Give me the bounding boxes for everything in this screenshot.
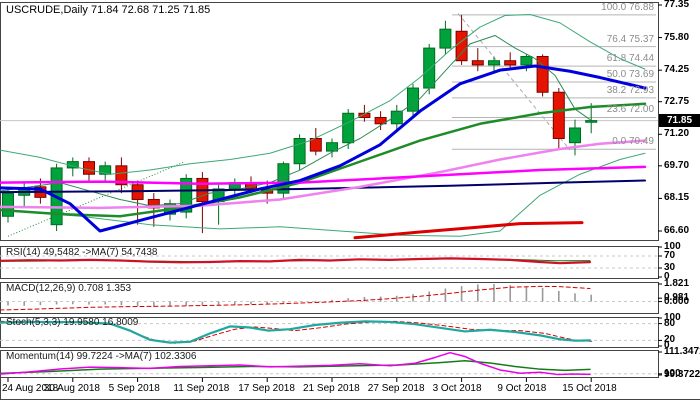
price-tick-75.80: 75.80 — [664, 32, 689, 43]
price-tick-72.75: 72.75 — [664, 96, 689, 107]
momentum-axis-111.3471: 111.3471 — [664, 346, 700, 357]
rsi-line — [0, 258, 590, 263]
momentum-axis-99.3722: 99.3722 — [664, 369, 700, 380]
fib-label-50.0: 50.0 73.69 — [607, 69, 654, 80]
price-tick-68.15: 68.15 — [664, 192, 689, 203]
price-tick-66.60: 66.60 — [664, 225, 689, 236]
macd-axis-0.000: 0.000 — [664, 296, 689, 307]
date-label-7: 27 Sep 2018 — [368, 383, 425, 394]
date-label-6: 21 Sep 2018 — [303, 383, 360, 394]
fib-label-0.0: 0.0 70.49 — [612, 136, 654, 147]
fib-label-76.4: 76.4 75.37 — [607, 34, 654, 45]
price-tick-69.70: 69.70 — [664, 160, 689, 171]
price-tick-77.35: 77.35 — [664, 0, 689, 10]
fib-label-61.8: 61.8 74.44 — [607, 53, 654, 64]
rsi-label: RSI(14) 49,5482 ->MA(7) 54,7438 — [6, 247, 157, 258]
fib-label-38.2: 38.2 72.93 — [607, 85, 654, 96]
date-label-3: 5 Sep 2018 — [109, 383, 160, 394]
trading-chart-window: USCRUDE,Daily 71.84 72.68 71.25 71.85 RS… — [0, 0, 700, 400]
macd-axis-1.821: 1.821 — [664, 278, 689, 289]
date-label-10: 15 Oct 2018 — [562, 383, 616, 394]
date-label-4: 11 Sep 2018 — [173, 383, 229, 394]
date-label-9: 9 Oct 2018 — [497, 383, 546, 394]
macd-label: MACD(12,26,9) 0.708 1.353 — [6, 283, 131, 294]
date-label-8: 3 Oct 2018 — [433, 383, 482, 394]
candles-series — [3, 15, 597, 233]
momentum-label: Momentum(14) 99.7224 ->MA(7) 102.3306 — [6, 351, 196, 362]
date-label-5: 17 Sep 2018 — [238, 383, 295, 394]
stoch-axis-80: 80 — [664, 318, 675, 329]
current-price-badge: 71.85 — [659, 114, 700, 127]
stoch-label: Stoch(5,3,3) 19.9580 16.8009 — [6, 317, 138, 328]
fib-label-100.0: 100.0 76.88 — [601, 2, 654, 13]
price-tick-71.20: 71.20 — [664, 128, 689, 139]
chart-title: USCRUDE,Daily 71.84 72.68 71.25 71.85 — [6, 4, 210, 16]
rsi-axis-70: 70 — [664, 250, 675, 261]
chart-canvas[interactable] — [0, 0, 700, 400]
price-tick-74.25: 74.25 — [664, 64, 689, 75]
date-label-2: 30 Aug 2018 — [44, 383, 100, 394]
fib-label-23.6: 23.6 72.00 — [607, 104, 654, 115]
